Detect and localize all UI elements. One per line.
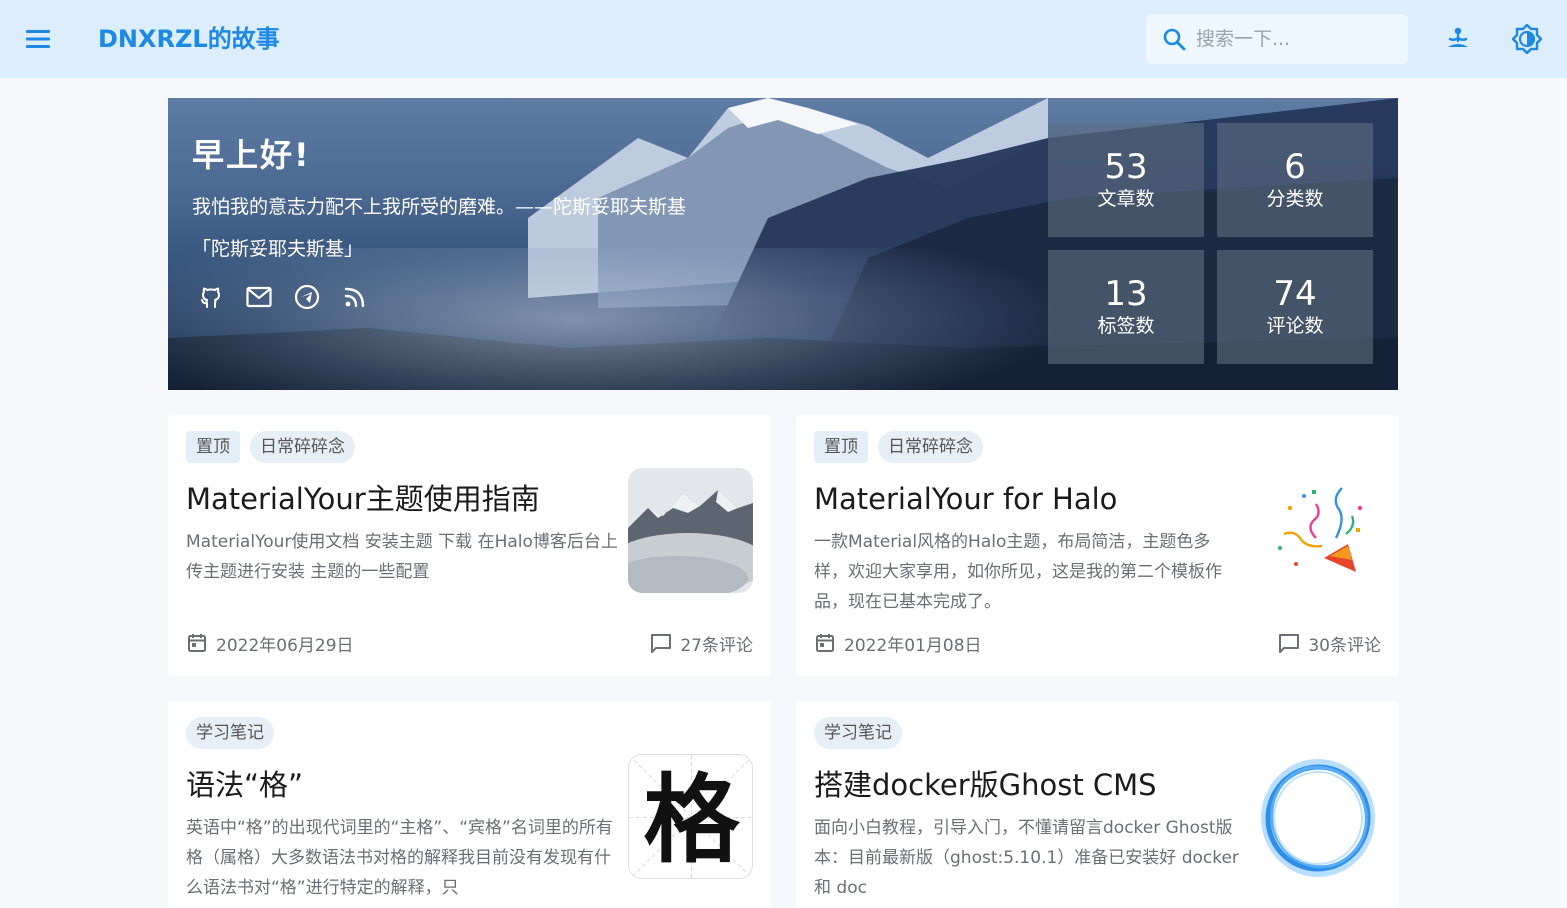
tag-category[interactable]: 学习笔记 xyxy=(814,717,902,749)
post-comments[interactable]: 30条评论 xyxy=(1278,631,1381,656)
brightness-icon xyxy=(1512,24,1542,54)
post-comments-text: 30条评论 xyxy=(1308,635,1381,656)
site-title[interactable]: DNXRZL的故事 xyxy=(98,22,280,56)
stat-tags[interactable]: 13 标签数 xyxy=(1048,250,1204,364)
stat-value: 6 xyxy=(1284,147,1306,187)
github-link[interactable] xyxy=(198,284,224,310)
post-card[interactable]: 学习笔记 语法“格” 英语中“格”的出现代词里的“主格”、“宾格”名词里的所有格… xyxy=(168,701,771,908)
post-meta: 2022年06月29日 27条评论 xyxy=(186,629,753,657)
post-thumbnail[interactable] xyxy=(1256,754,1381,879)
email-icon xyxy=(246,286,272,308)
calendar-icon xyxy=(816,634,834,652)
post-comments-text: 27条评论 xyxy=(680,635,753,656)
post-title[interactable]: 语法“格” xyxy=(186,765,303,805)
menu-button[interactable] xyxy=(20,22,56,56)
telegram-link[interactable] xyxy=(294,284,320,310)
post-tags: 学习笔记 xyxy=(186,717,274,749)
blue-ring-image xyxy=(1256,754,1381,879)
stat-label: 评论数 xyxy=(1266,315,1324,337)
hero-banner: 早上好! 我怕我的意志力配不上我所受的磨难。——陀斯妥耶夫斯基「陀斯妥耶夫斯基」 xyxy=(168,98,1398,390)
post-excerpt: 一款Material风格的Halo主题，布局简洁，主题色多样，欢迎大家享用，如你… xyxy=(814,532,1222,612)
post-tags: 学习笔记 xyxy=(814,717,902,749)
snowy-mountain-image xyxy=(628,468,753,593)
search-box[interactable] xyxy=(1146,14,1408,64)
character-grid-image: 格 xyxy=(629,755,752,878)
social-links xyxy=(198,284,368,310)
search-icon xyxy=(1163,28,1186,51)
post-thumbnail[interactable] xyxy=(1256,468,1381,593)
post-card[interactable]: 置顶 日常碎碎念 MaterialYour for Halo 一款Materia… xyxy=(796,415,1399,676)
post-tags: 置顶 日常碎碎念 xyxy=(186,431,355,463)
post-tags: 置顶 日常碎碎念 xyxy=(814,431,983,463)
stat-label: 文章数 xyxy=(1097,188,1155,210)
top-app-bar: DNXRZL的故事 xyxy=(0,0,1567,78)
tag-category[interactable]: 学习笔记 xyxy=(186,717,274,749)
thumb-char: 格 xyxy=(644,763,741,876)
post-date: 2022年06月29日 xyxy=(186,631,354,656)
tag-pinned[interactable]: 置顶 xyxy=(186,431,240,463)
post-excerpt: 英语中“格”的出现代词里的“主格”、“宾格”名词里的所有格（属格）大多数语法书对… xyxy=(186,818,613,898)
post-thumbnail[interactable]: 格 xyxy=(628,754,753,879)
post-title[interactable]: MaterialYour for Halo xyxy=(814,479,1117,519)
theme-toggle-button[interactable] xyxy=(1510,22,1544,56)
telegram-icon xyxy=(294,284,320,310)
post-excerpt: 面向小白教程，引导入门，不懂请留言docker Ghost版本：目前最新版（gh… xyxy=(814,818,1239,898)
meditation-button[interactable] xyxy=(1441,22,1475,56)
post-date-text: 2022年06月29日 xyxy=(216,635,354,656)
post-title[interactable]: MaterialYour主题使用指南 xyxy=(186,479,540,519)
rss-link[interactable] xyxy=(342,284,368,310)
menu-icon xyxy=(26,30,50,48)
stat-categories[interactable]: 6 分类数 xyxy=(1217,123,1373,237)
post-date-text: 2022年01月08日 xyxy=(844,635,982,656)
stat-value: 13 xyxy=(1104,274,1148,314)
email-link[interactable] xyxy=(246,284,272,310)
calendar-icon xyxy=(188,634,206,652)
post-title[interactable]: 搭建docker版Ghost CMS xyxy=(814,765,1157,805)
search-input[interactable] xyxy=(1196,28,1396,50)
post-date: 2022年01月08日 xyxy=(814,631,982,656)
greeting: 早上好! xyxy=(192,136,311,174)
stat-label: 标签数 xyxy=(1097,315,1155,337)
stat-value: 53 xyxy=(1104,147,1148,187)
post-card[interactable]: 学习笔记 搭建docker版Ghost CMS 面向小白教程，引导入门，不懂请留… xyxy=(796,701,1399,908)
meditation-icon xyxy=(1448,27,1468,47)
stat-label: 分类数 xyxy=(1266,188,1324,210)
stat-articles[interactable]: 53 文章数 xyxy=(1048,123,1204,237)
comment-icon xyxy=(1279,634,1300,653)
rss-icon xyxy=(344,287,365,308)
post-comments[interactable]: 27条评论 xyxy=(650,631,753,656)
stat-comments[interactable]: 74 评论数 xyxy=(1217,250,1373,364)
tag-pinned[interactable]: 置顶 xyxy=(814,431,868,463)
post-excerpt: MaterialYour使用文档 安装主题 下载 在Halo博客后台上传主题进行… xyxy=(186,532,618,582)
github-icon xyxy=(201,287,220,308)
tag-category[interactable]: 日常碎碎念 xyxy=(250,431,355,463)
post-card[interactable]: 置顶 日常碎碎念 MaterialYour主题使用指南 MaterialYour… xyxy=(168,415,771,676)
comment-icon xyxy=(651,634,672,653)
hero-quote: 我怕我的意志力配不上我所受的磨难。——陀斯妥耶夫斯基「陀斯妥耶夫斯基」 xyxy=(192,196,687,260)
stat-value: 74 xyxy=(1273,274,1317,314)
tag-category[interactable]: 日常碎碎念 xyxy=(878,431,983,463)
post-thumbnail[interactable] xyxy=(628,468,753,593)
post-meta: 2022年01月08日 30条评论 xyxy=(814,629,1381,657)
party-popper-image xyxy=(1256,468,1381,593)
